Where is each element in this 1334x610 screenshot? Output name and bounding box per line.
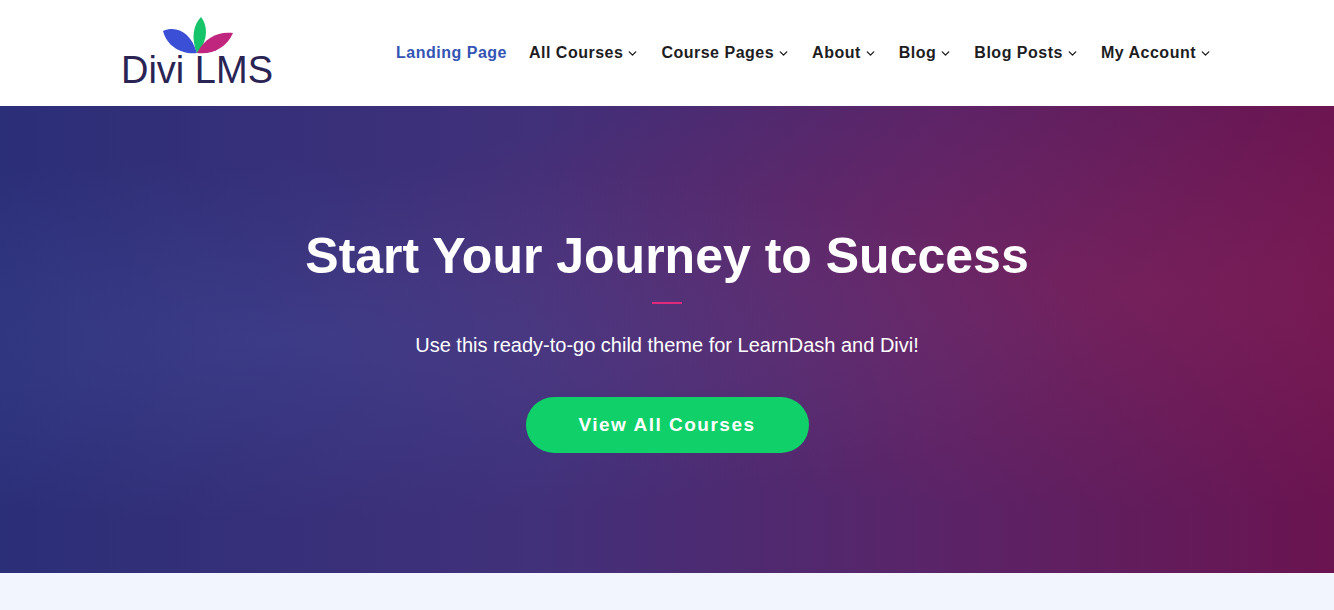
- page: Divi LMS Landing Page All Courses Course Pa…: [0, 0, 1334, 610]
- logo[interactable]: Divi LMS: [122, 17, 272, 89]
- chevron-down-icon: [777, 47, 790, 60]
- nav-item[interactable]: Blog: [899, 44, 953, 62]
- view-courses-button[interactable]: View All Courses: [526, 397, 809, 453]
- main-nav: Landing Page All Courses Course Pages About…: [396, 44, 1212, 62]
- hero-title: Start Your Journey to Success: [305, 226, 1028, 286]
- chevron-down-icon: [864, 47, 877, 60]
- logo-text[interactable]: Divi LMS: [121, 51, 273, 89]
- nav-item[interactable]: Course Pages: [661, 44, 790, 62]
- hero: Start Your Journey to Success Use this re…: [0, 106, 1334, 573]
- header: Divi LMS Landing Page All Courses Course Pa…: [0, 0, 1334, 106]
- nav-item[interactable]: About: [812, 44, 877, 62]
- nav-item[interactable]: Landing Page: [396, 44, 507, 62]
- chevron-down-icon: [939, 47, 952, 60]
- nav-item[interactable]: All Courses: [529, 44, 639, 62]
- chevron-down-icon: [1199, 47, 1212, 60]
- hero-subtitle: Use this ready-to-go child theme for Lea…: [415, 330, 919, 360]
- hero-divider: [652, 302, 682, 304]
- nav-item[interactable]: My Account: [1101, 44, 1212, 62]
- chevron-down-icon: [1066, 47, 1079, 60]
- nav-item[interactable]: Blog Posts: [974, 44, 1079, 62]
- chevron-down-icon: [626, 47, 639, 60]
- next-section: [0, 573, 1334, 610]
